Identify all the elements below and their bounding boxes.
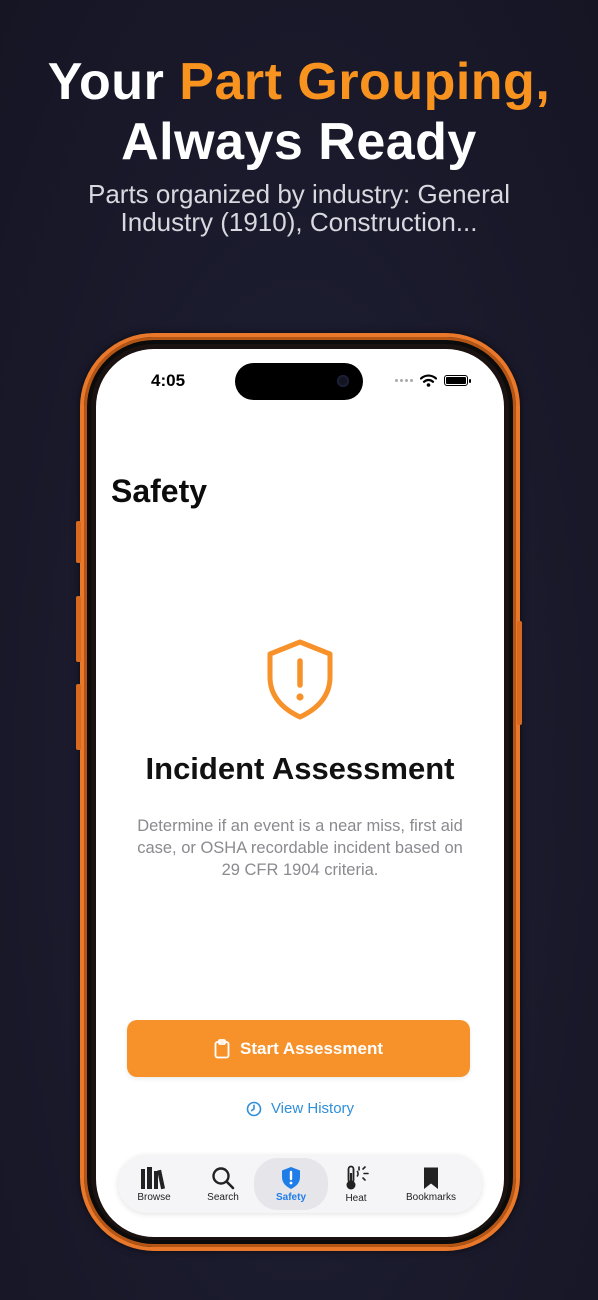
clipboard-icon <box>214 1038 230 1058</box>
tab-bookmarks[interactable]: Bookmarks <box>398 1155 464 1213</box>
promo-subtitle: Parts organized by industry: General Ind… <box>88 179 510 237</box>
tab-bar: Browse Search Safety Heat Bookmarks <box>118 1155 482 1213</box>
status-icons <box>395 373 471 387</box>
power-button <box>517 621 522 725</box>
promo-title-line2: Always Ready <box>121 113 477 171</box>
battery-icon <box>444 374 471 386</box>
tab-heat-label: Heat <box>345 1192 367 1204</box>
start-assessment-label: Start Assessment <box>240 1038 383 1058</box>
tab-heat[interactable]: Heat <box>336 1155 376 1213</box>
magnifier-icon <box>212 1166 235 1189</box>
view-history-link[interactable]: View History <box>96 1100 504 1117</box>
tab-browse[interactable]: Browse <box>130 1155 178 1213</box>
tab-bookmarks-label: Bookmarks <box>405 1191 456 1203</box>
promo-title-prefix: Your <box>47 53 165 111</box>
action-button <box>76 521 81 563</box>
camera-icon <box>337 375 349 387</box>
thermometer-sun-icon <box>346 1165 369 1189</box>
dynamic-island <box>235 363 363 400</box>
tab-search-label: Search <box>207 1191 239 1203</box>
assessment-description: Determine if an event is a near miss, fi… <box>137 817 463 879</box>
phone-screen: 4:05 Safety Incident Assessment Determin… <box>96 349 504 1237</box>
tab-safety-label: Safety <box>275 1191 306 1203</box>
signal-dots-icon <box>395 378 413 382</box>
tab-safety[interactable]: Safety <box>254 1158 328 1210</box>
promo-title-accent: Part Grouping, <box>179 53 551 111</box>
tab-search[interactable]: Search <box>200 1155 246 1213</box>
page-title: Safety <box>111 473 208 509</box>
promo-title: Your Part Grouping, Always Ready <box>0 52 598 172</box>
volume-up-button <box>76 596 81 662</box>
view-history-label: View History <box>270 1100 355 1117</box>
status-time: 4:05 <box>151 371 186 390</box>
tab-browse-label: Browse <box>137 1191 171 1203</box>
books-icon <box>141 1166 166 1189</box>
bookmark-icon <box>424 1167 438 1189</box>
clock-icon <box>246 1101 262 1116</box>
wifi-icon <box>420 373 437 387</box>
warning-shield-icon <box>267 639 333 720</box>
shield-icon <box>282 1166 300 1189</box>
assessment-heading: Incident Assessment <box>145 751 455 786</box>
start-assessment-button[interactable]: Start Assessment <box>127 1020 470 1077</box>
volume-down-button <box>76 684 81 750</box>
